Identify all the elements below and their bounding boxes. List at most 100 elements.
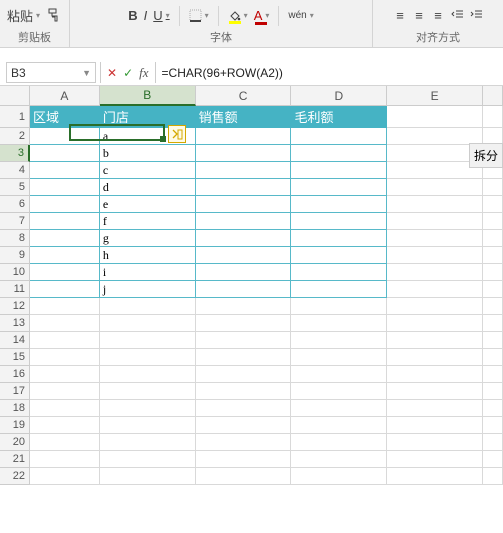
cell-E17[interactable]	[387, 383, 483, 400]
cell-C19[interactable]	[196, 417, 292, 434]
cell-A7[interactable]	[30, 213, 100, 230]
cell-D19[interactable]	[291, 417, 387, 434]
increase-indent-icon[interactable]	[468, 8, 484, 24]
cell-B17[interactable]	[100, 383, 196, 400]
cell-A19[interactable]	[30, 417, 100, 434]
cell-D12[interactable]	[291, 298, 387, 315]
cell-F6[interactable]	[483, 196, 503, 213]
cell-C12[interactable]	[196, 298, 292, 315]
cell-E12[interactable]	[387, 298, 483, 315]
cell-E14[interactable]	[387, 332, 483, 349]
cell-F16[interactable]	[483, 366, 503, 383]
row-header-22[interactable]: 22	[0, 468, 30, 485]
cell-D10[interactable]	[291, 264, 387, 281]
cell-C2[interactable]	[196, 128, 292, 145]
row-header-16[interactable]: 16	[0, 366, 30, 383]
cell-E19[interactable]	[387, 417, 483, 434]
cell-E20[interactable]	[387, 434, 483, 451]
cell-F15[interactable]	[483, 349, 503, 366]
cell-F17[interactable]	[483, 383, 503, 400]
cell-E7[interactable]	[387, 213, 483, 230]
select-all-button[interactable]	[0, 86, 30, 106]
cell-B20[interactable]	[100, 434, 196, 451]
cell-D4[interactable]	[291, 162, 387, 179]
cell-C14[interactable]	[196, 332, 292, 349]
row-header-1[interactable]: 1	[0, 106, 30, 128]
cell-D2[interactable]	[291, 128, 387, 145]
cell-B5[interactable]: d	[100, 179, 196, 196]
cell-C11[interactable]	[196, 281, 292, 298]
cell-E6[interactable]	[387, 196, 483, 213]
cell-D6[interactable]	[291, 196, 387, 213]
column-header-F[interactable]	[483, 86, 503, 106]
cell-F5[interactable]	[483, 179, 503, 196]
cell-D16[interactable]	[291, 366, 387, 383]
cell-B7[interactable]: f	[100, 213, 196, 230]
row-header-15[interactable]: 15	[0, 349, 30, 366]
cell-F20[interactable]	[483, 434, 503, 451]
name-box[interactable]: B3 ▼	[6, 62, 96, 83]
cell-E1[interactable]	[387, 106, 483, 128]
cell-D11[interactable]	[291, 281, 387, 298]
cell-A15[interactable]	[30, 349, 100, 366]
cell-C5[interactable]	[196, 179, 292, 196]
row-header-11[interactable]: 11	[0, 281, 30, 298]
font-color-button[interactable]: A	[254, 8, 270, 23]
cell-D21[interactable]	[291, 451, 387, 468]
row-header-2[interactable]: 2	[0, 128, 30, 145]
cell-C15[interactable]	[196, 349, 292, 366]
cell-A9[interactable]	[30, 247, 100, 264]
cell-A1[interactable]: 区域	[30, 106, 100, 128]
cell-F22[interactable]	[483, 468, 503, 485]
cell-A12[interactable]	[30, 298, 100, 315]
cell-C4[interactable]	[196, 162, 292, 179]
cell-D18[interactable]	[291, 400, 387, 417]
cell-C7[interactable]	[196, 213, 292, 230]
row-header-18[interactable]: 18	[0, 400, 30, 417]
cell-B8[interactable]: g	[100, 230, 196, 247]
cancel-button[interactable]: ✕	[107, 66, 117, 80]
row-header-3[interactable]: 3	[0, 145, 30, 162]
cell-B16[interactable]	[100, 366, 196, 383]
cell-F21[interactable]	[483, 451, 503, 468]
row-header-8[interactable]: 8	[0, 230, 30, 247]
row-header-5[interactable]: 5	[0, 179, 30, 196]
cell-D3[interactable]	[291, 145, 387, 162]
cell-B3[interactable]: b	[100, 145, 196, 162]
cell-A16[interactable]	[30, 366, 100, 383]
split-button[interactable]: 拆分	[469, 143, 503, 168]
cell-D17[interactable]	[291, 383, 387, 400]
cell-D5[interactable]	[291, 179, 387, 196]
cell-C3[interactable]	[196, 145, 292, 162]
cell-D20[interactable]	[291, 434, 387, 451]
row-header-10[interactable]: 10	[0, 264, 30, 281]
row-header-20[interactable]: 20	[0, 434, 30, 451]
cell-B15[interactable]	[100, 349, 196, 366]
paste-button[interactable]: 粘贴	[7, 6, 40, 25]
cell-F14[interactable]	[483, 332, 503, 349]
cell-D13[interactable]	[291, 315, 387, 332]
cell-A8[interactable]	[30, 230, 100, 247]
cell-D7[interactable]	[291, 213, 387, 230]
cell-F19[interactable]	[483, 417, 503, 434]
row-header-7[interactable]: 7	[0, 213, 30, 230]
cell-D15[interactable]	[291, 349, 387, 366]
border-button[interactable]	[189, 9, 209, 22]
decrease-indent-icon[interactable]	[449, 8, 465, 24]
cell-F9[interactable]	[483, 247, 503, 264]
column-header-C[interactable]: C	[196, 86, 292, 106]
bold-button[interactable]: B	[128, 8, 137, 23]
cell-C13[interactable]	[196, 315, 292, 332]
row-header-19[interactable]: 19	[0, 417, 30, 434]
underline-button[interactable]: U	[153, 8, 169, 23]
phonetic-guide-button[interactable]: wén	[288, 10, 313, 21]
cell-C1[interactable]: 销售额	[196, 106, 292, 128]
cell-F18[interactable]	[483, 400, 503, 417]
cell-B6[interactable]: e	[100, 196, 196, 213]
cell-C9[interactable]	[196, 247, 292, 264]
cell-E18[interactable]	[387, 400, 483, 417]
cell-C6[interactable]	[196, 196, 292, 213]
cell-B14[interactable]	[100, 332, 196, 349]
cell-F11[interactable]	[483, 281, 503, 298]
cell-F8[interactable]	[483, 230, 503, 247]
